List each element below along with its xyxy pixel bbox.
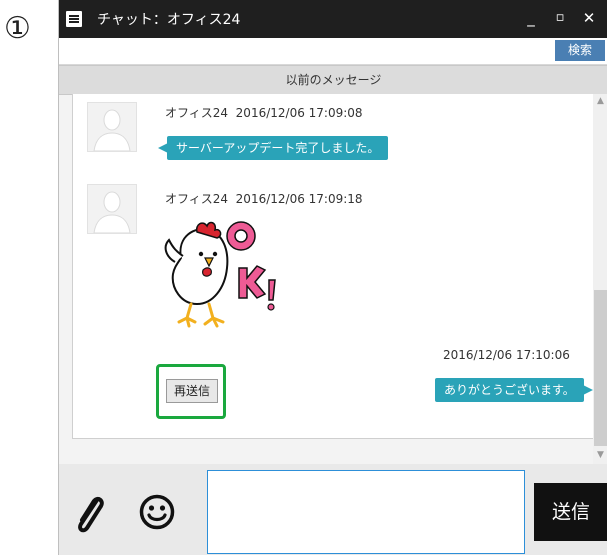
scroll-down-arrow-icon[interactable]: ▼ <box>593 448 607 462</box>
message-bubble: サーバーアップデート完了しました。 <box>157 136 389 160</box>
paperclip-icon[interactable] <box>71 490 107 534</box>
composer-bar: 送信 <box>59 464 607 555</box>
search-bar: 検索 <box>59 38 607 65</box>
title-bar: チャット：オフィス24 _ ▫ ✕ <box>59 0 607 38</box>
sender-name: オフィス24 <box>165 192 229 206</box>
avatar <box>87 184 137 234</box>
search-button[interactable]: 検索 <box>555 40 605 61</box>
chicken-ok-sticker <box>164 221 276 328</box>
person-silhouette-icon <box>93 109 131 151</box>
search-input[interactable] <box>59 38 551 64</box>
message-bubble-own: ありがとうございます。 <box>435 378 593 402</box>
scrollbar[interactable]: ▲ ▼ <box>593 94 607 464</box>
chat-window: チャット：オフィス24 _ ▫ ✕ 検索 以前のメッセージ オフィス24 201… <box>58 0 607 555</box>
smiley-icon[interactable] <box>139 494 175 530</box>
previous-messages-button[interactable]: 以前のメッセージ <box>59 65 607 95</box>
annotation-number: ① <box>4 11 31 46</box>
send-button[interactable]: 送信 <box>534 483 607 541</box>
menu-icon[interactable] <box>66 11 82 27</box>
message-input[interactable] <box>207 470 525 554</box>
message-timestamp: 2016/12/06 17:09:08 <box>235 106 363 120</box>
resend-highlight: 再送信 <box>156 364 226 419</box>
sender-name: オフィス24 <box>165 106 229 120</box>
message-timestamp: 2016/12/06 17:10:06 <box>443 348 570 362</box>
person-silhouette-icon <box>93 191 131 233</box>
window-title: チャット：オフィス24 <box>97 12 241 28</box>
scroll-thumb[interactable] <box>594 290 607 446</box>
close-button[interactable]: ✕ <box>577 6 601 30</box>
maximize-button[interactable]: ▫ <box>548 6 572 30</box>
minimize-button[interactable]: _ <box>519 6 543 30</box>
message-meta: オフィス24 2016/12/06 17:09:18 <box>165 190 363 207</box>
message-timestamp: 2016/12/06 17:09:18 <box>235 192 363 206</box>
avatar <box>87 102 137 152</box>
message-meta: オフィス24 2016/12/06 17:09:08 <box>165 104 363 121</box>
resend-button[interactable]: 再送信 <box>166 379 218 403</box>
chat-message-area: オフィス24 2016/12/06 17:09:08 サーバーアップデート完了し… <box>72 94 594 439</box>
scroll-up-arrow-icon[interactable]: ▲ <box>593 94 607 108</box>
